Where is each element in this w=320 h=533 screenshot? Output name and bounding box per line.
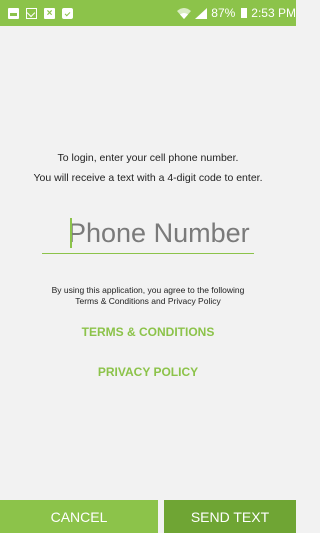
login-instructions: To login, enter your cell phone number. …: [0, 148, 296, 188]
briefcase-check-icon: [62, 7, 73, 19]
gallery-notification-icon: [8, 7, 19, 19]
instruction-line-1: To login, enter your cell phone number.: [57, 152, 239, 164]
agreement-text: By using this application, you agree to …: [0, 285, 296, 307]
text-cursor: [70, 218, 72, 248]
phone-number-input[interactable]: [42, 214, 254, 254]
cancel-button[interactable]: CANCEL: [0, 500, 158, 533]
signal-icon: [195, 7, 208, 19]
clock: 2:53 PM: [251, 6, 296, 20]
system-status: 87% 2:53 PM: [177, 0, 296, 26]
agreement-line-2: Terms & Conditions and Privacy Policy: [75, 296, 221, 306]
close-box-icon: ×: [44, 7, 55, 19]
terms-conditions-link[interactable]: TERMS & CONDITIONS: [0, 325, 296, 339]
send-text-button[interactable]: SEND TEXT: [164, 500, 296, 533]
notification-icons: ×: [0, 7, 73, 19]
battery-percent: 87%: [211, 6, 236, 20]
privacy-policy-link[interactable]: PRIVACY POLICY: [0, 365, 296, 379]
mail-icon: [26, 7, 37, 19]
agreement-line-1: By using this application, you agree to …: [51, 285, 245, 295]
status-bar: × 87% 2:53 PM: [0, 0, 296, 26]
battery-icon: [241, 8, 248, 18]
instruction-line-2: You will receive a text with a 4-digit c…: [33, 172, 263, 184]
wifi-icon: [177, 8, 192, 19]
